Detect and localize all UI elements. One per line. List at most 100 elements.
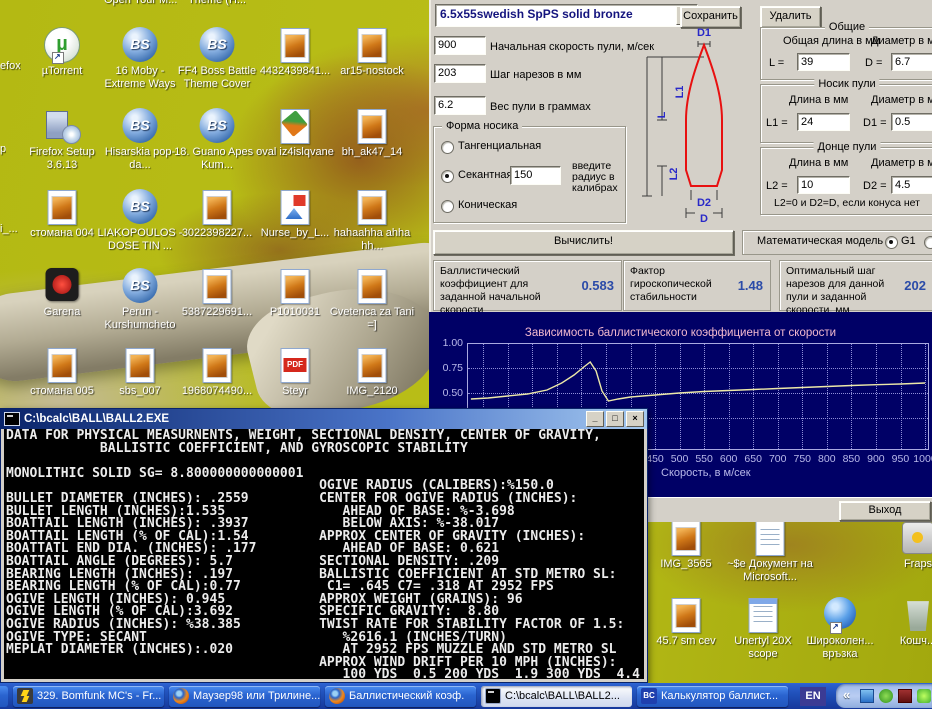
calculate-button[interactable]: Вычислить! bbox=[433, 230, 734, 255]
radio-model-partial[interactable] bbox=[924, 236, 932, 249]
twist-input[interactable]: 203 bbox=[434, 64, 486, 83]
diameter-input[interactable]: 6.7 bbox=[891, 53, 932, 71]
media-player-tray-icon[interactable] bbox=[898, 689, 912, 703]
desktop-icon[interactable]: 3022398227... bbox=[174, 189, 260, 240]
taskbar-button[interactable]: 329. Bomfunk MC's - Fr... bbox=[13, 686, 164, 707]
base-length-input[interactable]: 10 bbox=[797, 176, 850, 194]
maximize-icon[interactable]: □ bbox=[606, 411, 624, 427]
desktop-icon[interactable]: 45.7 sm cev bbox=[643, 597, 729, 648]
result-value: 202 bbox=[904, 278, 926, 293]
desktop-icon-label: Firefox Setup 3.6.13 bbox=[19, 146, 105, 171]
desktop-icon[interactable]: hahaahha ahha hh... bbox=[329, 189, 415, 252]
desktop-icon[interactable]: BSPerun - Kurshumcheto bbox=[97, 268, 183, 331]
radio-secant[interactable] bbox=[441, 170, 454, 183]
result-value: 1.48 bbox=[738, 278, 763, 293]
network-tray-icon[interactable] bbox=[860, 689, 874, 703]
desktop-icon-label: IMG_3565 bbox=[643, 558, 729, 571]
chart-x-axis-label: Скорость, в м/сек bbox=[661, 467, 751, 479]
taskbar: 329. Bomfunk MC's - Fr...Маузер98 или Тр… bbox=[0, 683, 932, 709]
radio-model-g1[interactable] bbox=[885, 236, 898, 249]
radio-tangential[interactable] bbox=[441, 141, 454, 154]
x-tick-label: 500 bbox=[668, 453, 692, 465]
partial-desktop-label: Theme (H... bbox=[188, 0, 246, 7]
desktop-icon[interactable]: P1010031 bbox=[252, 268, 338, 319]
desktop-icon[interactable]: bh_ak47_14 bbox=[329, 108, 415, 159]
minimize-icon[interactable]: _ bbox=[586, 411, 604, 427]
base-diameter-input[interactable]: 4.5 bbox=[891, 176, 932, 194]
desktop-icon[interactable]: стомана 005 bbox=[19, 347, 105, 398]
desktop-icon[interactable]: oval iz4islqvane bbox=[252, 108, 338, 159]
bs-icon: BS bbox=[193, 27, 241, 63]
diagram-label-l2: L2 bbox=[668, 168, 680, 181]
desktop-icon-label: Fraps bbox=[875, 558, 932, 571]
x-tick-label: 850 bbox=[839, 453, 863, 465]
result-optimal-twist: Оптимальный шаг нарезов для данной пули … bbox=[779, 260, 932, 311]
velocity-input[interactable]: 900 bbox=[434, 36, 486, 55]
nose-diameter-input[interactable]: 0.5 bbox=[891, 113, 932, 131]
x-tick-label: 900 bbox=[864, 453, 888, 465]
desktop-icon[interactable]: IMG_2120 bbox=[329, 347, 415, 398]
desktop-icon[interactable]: Cvetenca za Tani =] bbox=[329, 268, 415, 331]
taskbar-button[interactable]: Маузер98 или Трилине... bbox=[169, 686, 320, 707]
language-indicator[interactable]: EN bbox=[800, 687, 826, 706]
taskbar-button-fragment[interactable] bbox=[0, 686, 8, 707]
image-icon bbox=[38, 347, 86, 383]
common-dimensions-group: Общие Общая длина в мм Диаметр в мм L = … bbox=[760, 27, 932, 80]
desktop-icon[interactable]: µµTorrent bbox=[19, 27, 105, 78]
taskbar-button[interactable]: C:\bcalc\BALL\BALL2... bbox=[481, 686, 632, 707]
diagram-label-d: D bbox=[700, 213, 708, 225]
nose-length-header: Длина в мм bbox=[789, 94, 848, 106]
partial-desktop-label: efox bbox=[0, 60, 21, 73]
tray-chevron-icon[interactable]: « bbox=[843, 687, 850, 702]
desktop-icon-label: 3022398227... bbox=[174, 227, 260, 240]
desktop-icon[interactable]: 4432439841... bbox=[252, 27, 338, 78]
close-icon[interactable]: × bbox=[626, 411, 644, 427]
bs-icon: BS bbox=[193, 108, 241, 144]
weight-input[interactable]: 6.2 bbox=[434, 96, 486, 115]
taskbar-button[interactable]: Баллистический коэф. bbox=[325, 686, 476, 707]
desktop-icon[interactable]: ar15-nostock bbox=[329, 27, 415, 78]
utorrent-tray-icon[interactable] bbox=[879, 689, 893, 703]
taskbar-button[interactable]: BCКалькулятор баллист... bbox=[637, 686, 788, 707]
desktop-icon[interactable]: стомана 004 bbox=[19, 189, 105, 240]
radio-conical[interactable] bbox=[441, 200, 454, 213]
desktop-icon[interactable]: Garena bbox=[19, 268, 105, 319]
desktop-icon[interactable]: IMG_3565 bbox=[643, 520, 729, 571]
desktop-icon[interactable]: Fraps bbox=[875, 520, 932, 571]
daemon-tools-tray-icon[interactable] bbox=[917, 689, 931, 703]
taskbar-button-label: C:\bcalc\BALL\BALL2... bbox=[505, 690, 620, 702]
desktop-icon-label: hahaahha ahha hh... bbox=[329, 227, 415, 252]
base-diameter-header: Диаметр в мм bbox=[871, 157, 932, 169]
desktop-icon[interactable]: Широколен... връзка bbox=[797, 597, 883, 660]
desktop-screen: µµTorrentBS16 Moby - Extreme WaysBSFF4 B… bbox=[0, 0, 932, 709]
desktop-icon[interactable]: PDFSteyr bbox=[252, 347, 338, 398]
console-titlebar[interactable]: C:\bcalc\BALL\BALL2.EXE _ □ × bbox=[1, 409, 647, 429]
desktop-icon[interactable]: BSLIAKOPOULOS - DOSE TIN ... bbox=[97, 189, 183, 252]
delete-button[interactable]: Удалить bbox=[760, 6, 821, 28]
d-prefix: D = bbox=[865, 57, 882, 69]
desktop-icon[interactable]: 1968074490... bbox=[174, 347, 260, 398]
desktop-icon[interactable]: BS18. Guano Apes - Kum... bbox=[174, 108, 260, 171]
x-tick-label: 650 bbox=[741, 453, 765, 465]
desktop-icon[interactable]: Unertyl 20X scope bbox=[720, 597, 806, 660]
desktop-icon[interactable]: Firefox Setup 3.6.13 bbox=[19, 108, 105, 171]
desktop-icon[interactable]: ~$e Документ на Microsoft... bbox=[727, 520, 813, 583]
exit-button[interactable]: Выход bbox=[839, 501, 931, 521]
desktop-icon[interactable]: BSHisarskia pop-da... bbox=[97, 108, 183, 171]
total-length-input[interactable]: 39 bbox=[797, 53, 850, 71]
desktop-icon-label: 16 Moby - Extreme Ways bbox=[97, 65, 183, 90]
desktop-icon[interactable]: sbs_007 bbox=[97, 347, 183, 398]
nose-shape-group-title: Форма носика bbox=[442, 120, 522, 132]
diagram-label-d1: D1 bbox=[697, 27, 711, 39]
image-icon bbox=[662, 597, 710, 633]
ogive-radius-input[interactable]: 150 bbox=[510, 166, 561, 185]
desktop-icon[interactable]: BSFF4 Boss Battle Theme Cover bbox=[174, 27, 260, 90]
nose-length-input[interactable]: 24 bbox=[797, 113, 850, 131]
desktop-icon[interactable]: Кошч... bbox=[875, 597, 932, 648]
desktop-icon[interactable]: BS16 Moby - Extreme Ways bbox=[97, 27, 183, 90]
desktop-icon[interactable]: Nurse_by_L... bbox=[252, 189, 338, 240]
common-length-header: Общая длина в мм bbox=[783, 35, 880, 47]
desktop-icon-label: Nurse_by_L... bbox=[252, 227, 338, 240]
desktop-icon[interactable]: 5387229691... bbox=[174, 268, 260, 319]
doc-icon bbox=[746, 520, 794, 556]
